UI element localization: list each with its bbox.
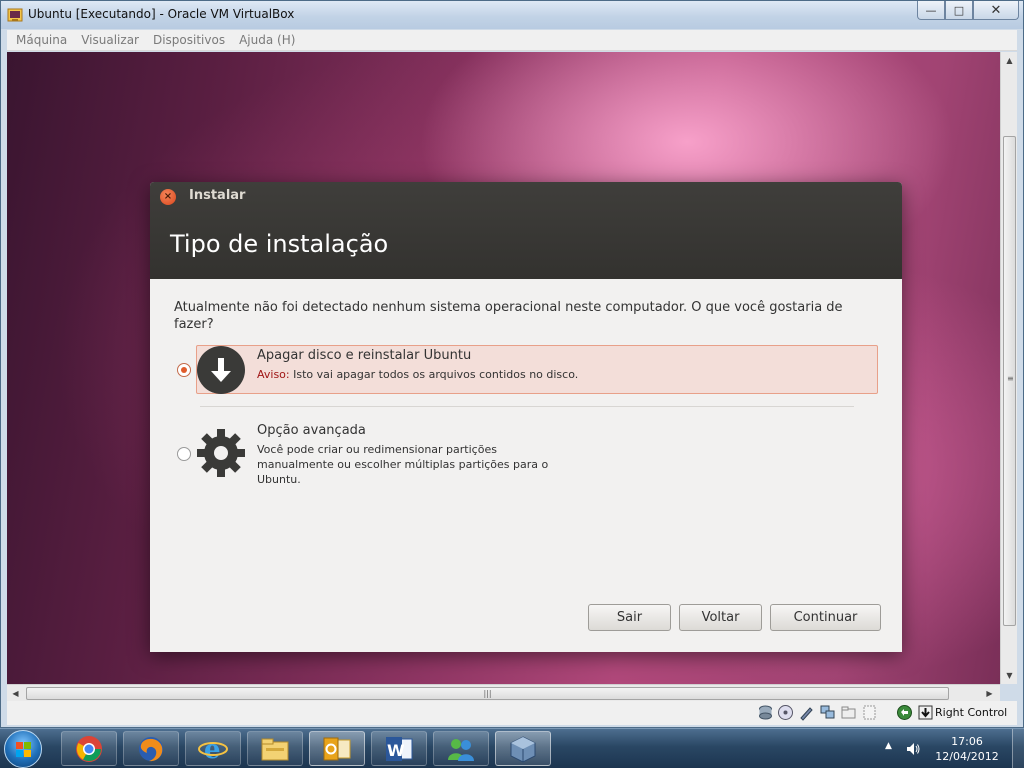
option-erase-title: Apagar disco e reinstalar Ubuntu — [257, 348, 472, 363]
install-dialog: × Instalar Tipo de instalação Atualmente… — [150, 182, 902, 652]
caption-buttons: — □ ✕ — [917, 1, 1019, 21]
taskbar-firefox[interactable] — [123, 731, 179, 766]
outlook-icon — [323, 737, 351, 760]
shared-folder-icon[interactable] — [840, 704, 857, 721]
option-advanced-description: Você pode criar ou redimensionar partiçõ… — [257, 443, 549, 486]
radio-advanced[interactable] — [177, 447, 191, 461]
guest-display[interactable]: × Instalar Tipo de instalação Atualmente… — [7, 52, 1000, 684]
menu-dispositivos[interactable]: Dispositivos — [146, 33, 232, 47]
horizontal-scroll-thumb[interactable]: ||| — [26, 687, 949, 700]
svg-text:e: e — [204, 735, 221, 763]
scroll-right-arrow[interactable]: ▶ — [981, 685, 998, 702]
option-advanced-title: Opção avançada — [257, 423, 366, 438]
status-bar: Right Control — [7, 701, 1017, 725]
menu-maquina[interactable]: Máquina — [9, 33, 74, 47]
dialog-close-button[interactable]: × — [160, 189, 176, 205]
taskbar-internet-explorer[interactable]: e — [185, 731, 241, 766]
quit-button[interactable]: Sair — [588, 604, 671, 631]
menu-visualizar[interactable]: Visualizar — [74, 33, 146, 47]
clock-time: 17:06 — [951, 735, 983, 748]
warning-text: Isto vai apagar todos os arquivos contid… — [293, 368, 579, 381]
optical-drive-icon[interactable] — [777, 704, 794, 721]
volume-icon[interactable] — [905, 741, 921, 757]
install-question: Atualmente não foi detectado nenhum sist… — [174, 300, 843, 332]
virtualbox-app-icon — [7, 8, 23, 22]
taskbar-virtualbox[interactable] — [495, 731, 551, 766]
continue-button[interactable]: Continuar — [770, 604, 881, 631]
svg-text:W: W — [387, 741, 405, 760]
close-button[interactable]: ✕ — [973, 1, 1019, 20]
option-separator — [200, 406, 854, 407]
word-icon: W — [386, 736, 413, 761]
menu-bar: Máquina Visualizar Dispositivos Ajuda (H… — [7, 30, 1017, 51]
system-clock[interactable]: 17:06 12/04/2012 — [934, 734, 1000, 764]
mouse-integration-icon[interactable] — [896, 704, 913, 721]
download-icon — [197, 346, 245, 394]
scroll-up-arrow[interactable]: ▲ — [1001, 52, 1018, 69]
network-icon[interactable] — [819, 704, 836, 721]
vertical-scroll-thumb[interactable]: ≡ — [1003, 136, 1016, 626]
scroll-left-arrow[interactable]: ◀ — [7, 685, 24, 702]
title-bar[interactable]: Ubuntu [Executando] - Oracle VM VirtualB… — [1, 1, 1023, 29]
menu-ajuda[interactable]: Ajuda (H) — [232, 33, 302, 47]
gear-icon — [197, 429, 245, 477]
scroll-down-arrow[interactable]: ▼ — [1001, 667, 1018, 684]
back-button[interactable]: Voltar — [679, 604, 762, 631]
host-key-label: Right Control — [935, 706, 1008, 719]
taskbar-outlook[interactable] — [309, 731, 365, 766]
taskbar-file-explorer[interactable] — [247, 731, 303, 766]
vertical-scrollbar[interactable]: ▲ ≡ ▼ — [1000, 52, 1017, 684]
taskbar-messenger[interactable] — [433, 731, 489, 766]
firefox-icon — [139, 736, 163, 761]
vertical-scroll-grip: ≡ — [1007, 374, 1014, 383]
host-key-icon[interactable] — [917, 704, 934, 721]
radio-erase-disk[interactable] — [177, 363, 191, 377]
virtualbox-window: Ubuntu [Executando] - Oracle VM VirtualB… — [0, 0, 1024, 728]
dialog-header: × Instalar Tipo de instalação — [150, 182, 902, 279]
internet-explorer-icon: e — [198, 735, 228, 763]
show-desktop-button[interactable] — [1012, 729, 1024, 768]
dialog-title: Instalar — [189, 188, 246, 203]
taskbar-word[interactable]: W — [371, 731, 427, 766]
start-button[interactable] — [4, 730, 42, 768]
page-title: Tipo de instalação — [170, 230, 389, 258]
show-hidden-icons-button[interactable]: ▲ — [885, 741, 892, 751]
usb-icon[interactable] — [798, 704, 815, 721]
taskbar-chrome[interactable] — [61, 731, 117, 766]
taskbar: e W ▲ 17:06 12/04/2012 — [0, 728, 1024, 768]
windows-logo-icon — [16, 742, 31, 757]
maximize-button[interactable]: □ — [945, 1, 973, 20]
hard-disk-icon[interactable] — [757, 704, 774, 721]
file-explorer-icon — [261, 738, 289, 760]
display-icon[interactable] — [861, 704, 878, 721]
chrome-icon — [76, 735, 102, 762]
messenger-icon — [448, 738, 474, 761]
window-title: Ubuntu [Executando] - Oracle VM VirtualB… — [28, 7, 295, 21]
minimize-button[interactable]: — — [917, 1, 945, 20]
horizontal-scrollbar[interactable]: ◀ ||| ▶ — [7, 684, 1000, 701]
virtualbox-icon — [510, 735, 536, 763]
warning-label: Aviso: — [257, 368, 290, 381]
clock-date: 12/04/2012 — [935, 750, 999, 763]
option-erase-description: Aviso: Isto vai apagar todos os arquivos… — [257, 367, 578, 382]
